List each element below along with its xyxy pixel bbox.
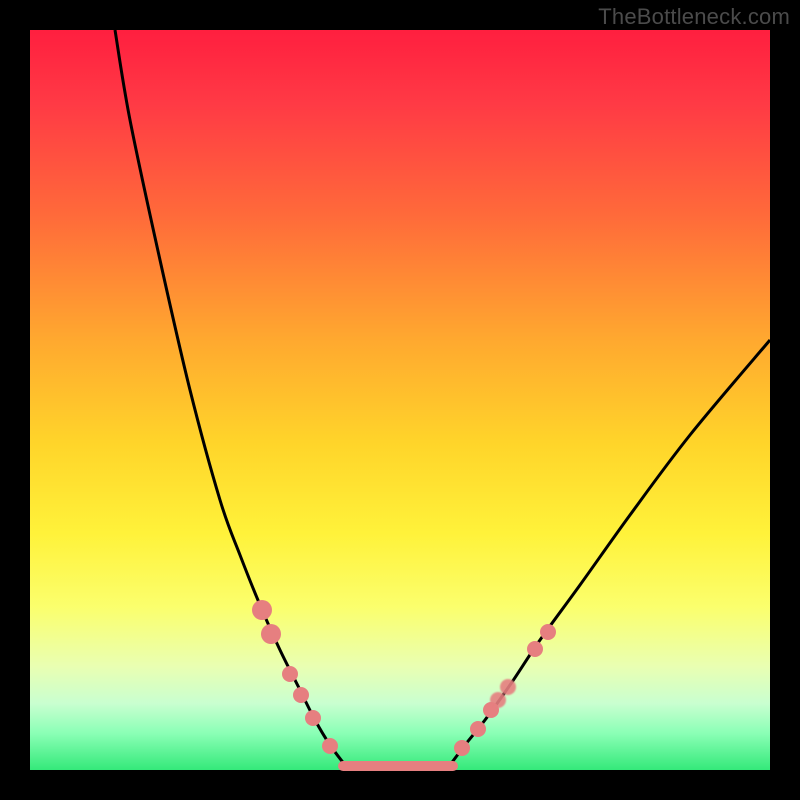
data-marker xyxy=(470,721,486,737)
data-marker xyxy=(305,710,321,726)
data-marker xyxy=(500,679,516,695)
data-marker xyxy=(282,666,298,682)
data-marker xyxy=(261,624,281,644)
curve-layer xyxy=(30,30,770,770)
left-branch-curve xyxy=(115,30,345,765)
data-marker xyxy=(252,600,272,620)
page-watermark: TheBottleneck.com xyxy=(598,4,790,30)
data-marker xyxy=(490,692,506,708)
data-marker xyxy=(540,624,556,640)
data-marker xyxy=(322,738,338,754)
data-marker xyxy=(293,687,309,703)
chart-plot-area xyxy=(30,30,770,770)
minimum-band xyxy=(338,761,458,771)
outer-black-frame: TheBottleneck.com xyxy=(0,0,800,800)
data-marker xyxy=(527,641,543,657)
data-marker xyxy=(454,740,470,756)
